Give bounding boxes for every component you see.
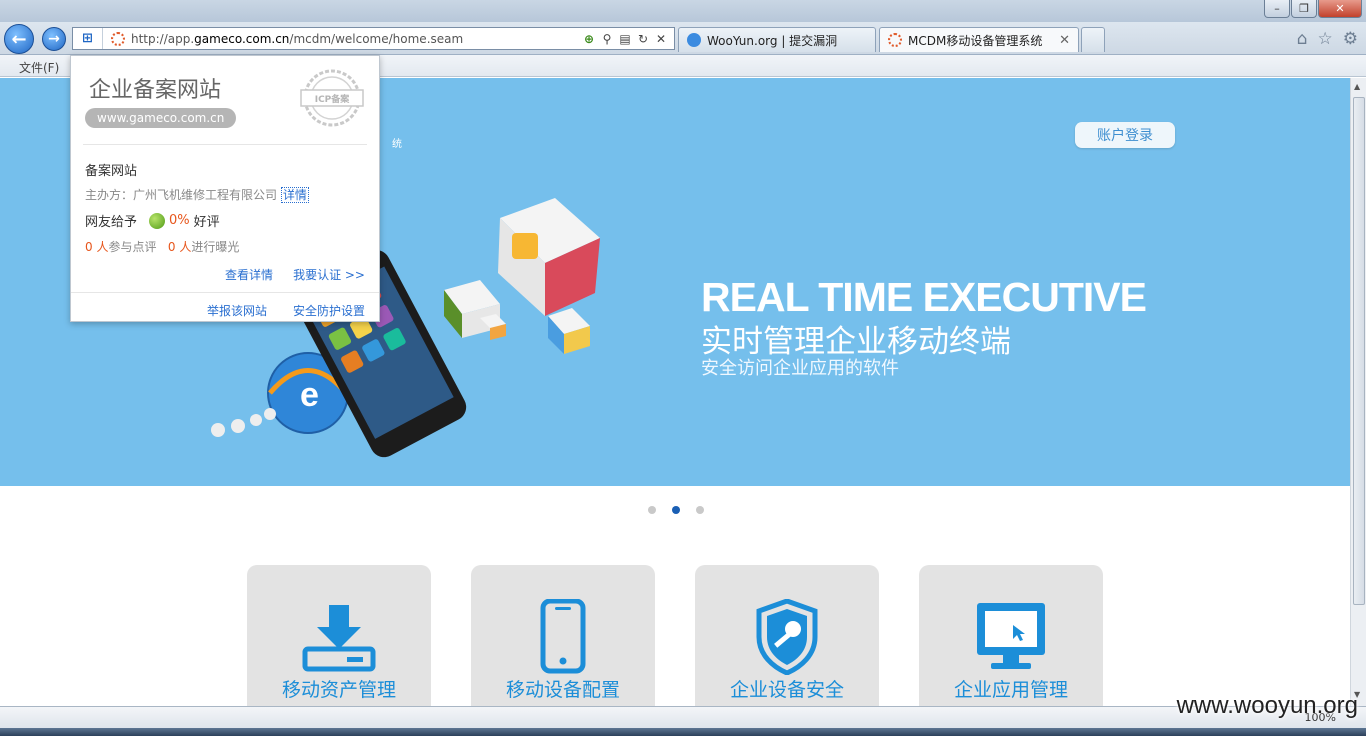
window-titlebar: – ❐ ✕ — [0, 0, 1366, 22]
smartphone-icon — [540, 599, 586, 674]
compat-view-icon[interactable]: ⊕ — [582, 32, 596, 46]
minimize-button[interactable]: – — [1264, 0, 1290, 18]
certify-link[interactable]: 我要认证 >> — [293, 266, 365, 283]
search-icon[interactable]: ⚲ — [600, 32, 614, 46]
popup-footer: 举报该网站 安全防护设置 — [71, 292, 379, 322]
expose-count: 0 人 — [167, 240, 192, 254]
close-tab-icon[interactable]: ✕ — [1059, 33, 1070, 48]
card-label: 移动资产管理 — [281, 679, 396, 701]
green-apple-icon — [149, 212, 166, 229]
popup-domain-badge: www.gameco.com.cn — [85, 108, 237, 128]
site-info-icon[interactable]: ⊞ — [73, 28, 103, 49]
scroll-up-icon[interactable]: ▲ — [1354, 82, 1360, 91]
review-count: 0 人 — [85, 240, 109, 254]
popup-counts: 0 人参与点评 0 人进行曝光 — [85, 238, 239, 255]
carousel-dot[interactable] — [696, 506, 704, 514]
report-site-link[interactable]: 举报该网站 — [207, 302, 267, 319]
address-bar[interactable]: ⊞ http://app.gameco.com.cn/mcdm/welcome/… — [72, 27, 675, 50]
detail-link[interactable]: 详情 — [280, 187, 309, 203]
card-label: 企业设备安全 — [729, 679, 844, 701]
feature-card-device-config[interactable]: 移动设备配置 — [471, 565, 655, 706]
popup-section-heading: 备案网站 — [85, 164, 138, 179]
back-button[interactable]: ← — [4, 24, 34, 54]
security-settings-link[interactable]: 安全防护设置 — [293, 302, 365, 319]
loading-icon — [888, 33, 902, 47]
site-favicon-icon — [111, 31, 125, 46]
popup-rating: 网友给予 0% 好评 — [85, 211, 220, 230]
red-cube-shape — [498, 198, 600, 316]
seal-text: ICP备案 — [315, 93, 351, 105]
page-icon[interactable]: ▤ — [618, 32, 632, 46]
organizer-text: 主办方：广州飞机维修工程有限公司 — [85, 188, 278, 202]
tab-mcdm[interactable]: MCDM移动设备管理系统 ✕ — [879, 27, 1079, 52]
status-bar: 100% — [0, 706, 1366, 728]
monitor-touch-icon — [977, 603, 1045, 669]
scrollbar-thumb[interactable] — [1353, 97, 1365, 605]
hero-title: REAL TIME EXECUTIVE — [701, 274, 1147, 320]
feature-card-security[interactable]: 企业设备安全 — [695, 565, 879, 706]
tab-label: WooYun.org | 提交漏洞 — [707, 33, 838, 48]
refresh-icon[interactable]: ↻ — [636, 32, 650, 46]
url-text[interactable]: http://app.gameco.com.cn/mcdm/welcome/ho… — [131, 32, 582, 46]
carousel-dot-active[interactable] — [672, 506, 680, 514]
hero-tagline: 安全访问企业应用的软件 — [701, 358, 899, 379]
system-title-fragment: 统 — [392, 139, 402, 150]
settings-gear-icon[interactable]: ⚙ — [1343, 29, 1358, 49]
card-label: 移动设备配置 — [505, 679, 620, 701]
rating-label: 网友给予 — [85, 215, 138, 230]
new-tab-button[interactable] — [1081, 27, 1105, 52]
stop-icon[interactable]: ✕ — [654, 32, 668, 46]
forward-arrow-icon: → — [48, 31, 60, 47]
review-text: 参与点评 — [108, 240, 157, 254]
small-ball — [211, 423, 225, 437]
small-ball — [264, 408, 276, 420]
yellow-cube-shape — [548, 308, 590, 354]
menu-file[interactable]: 文件(F) — [19, 59, 59, 76]
restore-button[interactable]: ❐ — [1291, 0, 1317, 18]
divider — [83, 144, 367, 145]
watermark: www.wooyun.org — [1176, 692, 1358, 719]
expose-text: 进行曝光 — [191, 240, 240, 254]
ie-icon — [687, 33, 701, 47]
tab-label: MCDM移动设备管理系统 — [908, 33, 1043, 48]
icp-seal-icon: ICP备案 — [300, 69, 364, 127]
close-window-button[interactable]: ✕ — [1318, 0, 1362, 18]
home-icon[interactable]: ⌂ — [1297, 29, 1308, 49]
small-ball — [250, 414, 262, 426]
download-tray-icon — [302, 605, 376, 672]
popup-primary-links: 查看详情 我要认证 >> — [225, 266, 365, 283]
rating-value: 0% — [169, 213, 190, 228]
popup-title: 企业备案网站 — [89, 78, 222, 103]
rating-suffix: 好评 — [193, 215, 220, 230]
tab-wooyun[interactable]: WooYun.org | 提交漏洞 — [678, 27, 876, 52]
taskbar — [0, 728, 1366, 736]
vertical-scrollbar[interactable]: ▲ ▼ — [1350, 78, 1366, 706]
feature-card-app-management[interactable]: 企业应用管理 — [919, 565, 1103, 706]
view-details-link[interactable]: 查看详情 — [225, 266, 273, 283]
card-label: 企业应用管理 — [953, 679, 1068, 701]
shield-key-icon — [756, 599, 818, 675]
login-button[interactable]: 账户登录 — [1075, 122, 1175, 148]
popup-footer-links: 举报该网站 安全防护设置 — [207, 302, 365, 319]
back-arrow-icon: ← — [11, 28, 27, 50]
globe-letter: e — [300, 376, 319, 414]
carousel-dot[interactable] — [648, 506, 656, 514]
favorites-star-icon[interactable]: ☆ — [1318, 29, 1333, 49]
browser-toolbar-icons: ⌂ ☆ ⚙ — [1297, 29, 1358, 49]
forward-button[interactable]: → — [42, 27, 66, 51]
feature-card-asset[interactable]: 移动资产管理 — [247, 565, 431, 706]
carousel-indicators — [648, 506, 704, 514]
icp-record-popup: 企业备案网站 www.gameco.com.cn ICP备案 备案网站 主办方：… — [70, 55, 380, 322]
address-tools: ⊕ ⚲ ▤ ↻ ✕ — [582, 32, 674, 46]
window-controls: – ❐ ✕ — [1263, 0, 1362, 18]
popup-organizer: 主办方：广州飞机维修工程有限公司 详情 — [85, 186, 309, 203]
small-ball — [231, 419, 245, 433]
